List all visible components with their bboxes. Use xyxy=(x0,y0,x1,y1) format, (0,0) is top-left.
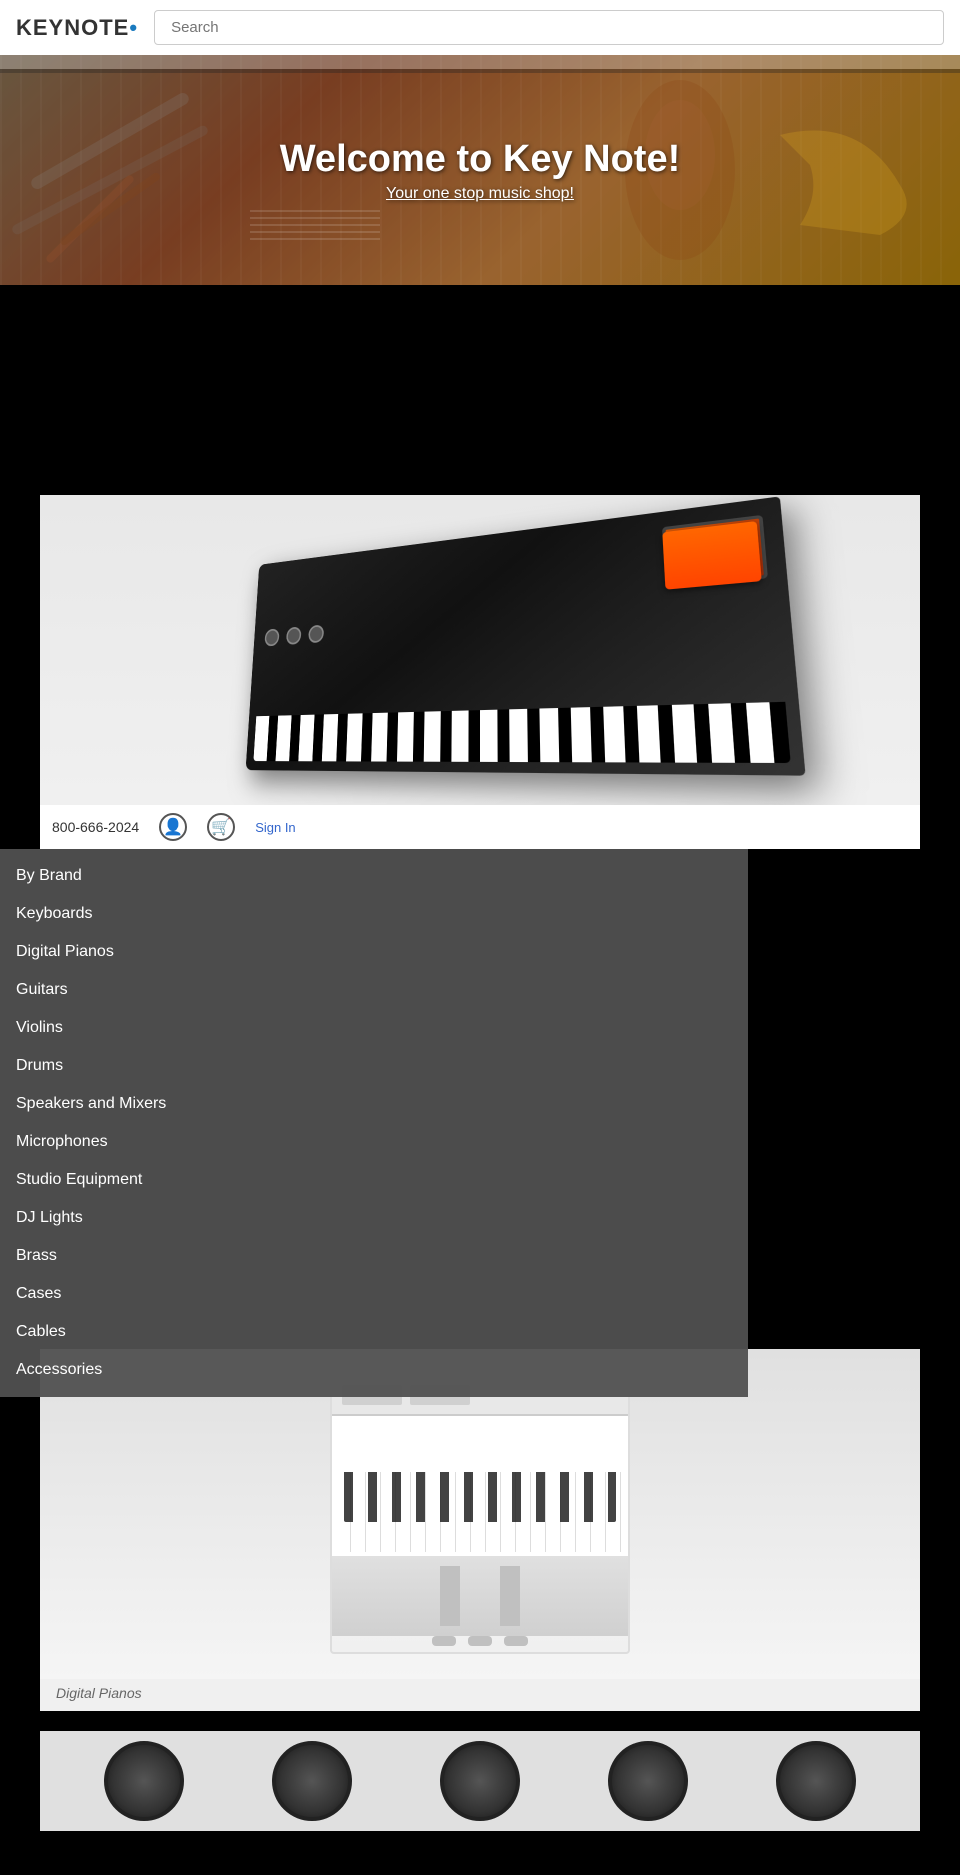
phone-number: 800-666-2024 xyxy=(52,819,139,835)
drum-2 xyxy=(272,1741,352,1821)
nav-item-dj-lights[interactable]: DJ Lights xyxy=(0,1199,748,1237)
nav-item-keyboards[interactable]: Keyboards xyxy=(0,895,748,933)
stand-leg-left xyxy=(440,1566,460,1626)
digital-pianos-label: Digital Pianos xyxy=(40,1679,920,1711)
contact-icons-group: 👤 🛒 Sign In xyxy=(159,813,295,841)
keyboard-product-image xyxy=(40,495,920,805)
drum-1 xyxy=(104,1741,184,1821)
piano-illustration xyxy=(330,1374,630,1654)
hero-subtitle: Your one stop music shop! xyxy=(280,185,680,203)
cart-icon: 🛒 xyxy=(207,813,235,841)
cart-icon-btn[interactable]: 🛒 xyxy=(207,813,235,841)
black-spacer-top xyxy=(0,285,960,495)
nav-item-digital-pianos[interactable]: Digital Pianos xyxy=(0,933,748,971)
nav-item-violins[interactable]: Violins xyxy=(0,1009,748,1047)
digital-pianos-section: Digital Pianos xyxy=(0,1349,960,1711)
drum-4 xyxy=(608,1741,688,1821)
nav-item-by-brand[interactable]: By Brand xyxy=(0,857,748,895)
header: KEYNOTE• xyxy=(0,0,960,55)
piano-stand xyxy=(332,1556,628,1636)
nav-item-microphones[interactable]: Microphones xyxy=(0,1123,748,1161)
user-icon-btn[interactable]: 👤 xyxy=(159,813,187,841)
nav-item-brass[interactable]: Brass xyxy=(0,1237,748,1275)
menu-context: By BrandKeyboardsDigital PianosGuitarsVi… xyxy=(0,849,960,1329)
hero-text-block: Welcome to Key Note! Your one stop music… xyxy=(280,138,680,203)
hero-title: Welcome to Key Note! xyxy=(280,138,680,181)
nav-item-speakers-mixers[interactable]: Speakers and Mixers xyxy=(0,1085,748,1123)
nav-item-accessories[interactable]: Accessories xyxy=(0,1351,748,1389)
contact-bar: 800-666-2024 👤 🛒 Sign In xyxy=(40,805,920,849)
drums-image xyxy=(40,1731,920,1831)
nav-item-drums[interactable]: Drums xyxy=(0,1047,748,1085)
nav-menu: By BrandKeyboardsDigital PianosGuitarsVi… xyxy=(0,849,748,1397)
logo-dot: • xyxy=(129,15,138,40)
keyboard-illustration xyxy=(246,496,806,775)
hero-banner: Welcome to Key Note! Your one stop music… xyxy=(0,55,960,285)
piano-pedals xyxy=(332,1636,628,1652)
drum-5 xyxy=(776,1741,856,1821)
piano-keys xyxy=(332,1416,628,1556)
nav-item-guitars[interactable]: Guitars xyxy=(0,971,748,1009)
drums-section xyxy=(0,1711,960,1831)
nav-item-cases[interactable]: Cases xyxy=(0,1275,748,1313)
logo[interactable]: KEYNOTE• xyxy=(16,15,138,41)
products-section: Digital Pianos xyxy=(0,1329,960,1831)
right-content-area xyxy=(748,849,960,1329)
signin-link[interactable]: Sign In xyxy=(255,820,295,835)
nav-item-studio-equipment[interactable]: Studio Equipment xyxy=(0,1161,748,1199)
logo-text: KEYNOTE xyxy=(16,15,129,40)
user-icon: 👤 xyxy=(159,813,187,841)
digital-piano-image xyxy=(40,1349,920,1679)
nav-item-cables[interactable]: Cables xyxy=(0,1313,748,1351)
search-input[interactable] xyxy=(154,10,944,45)
keyboard-product-section: 800-666-2024 👤 🛒 Sign In xyxy=(0,495,960,849)
stand-leg-right xyxy=(500,1566,520,1626)
drum-3 xyxy=(440,1741,520,1821)
